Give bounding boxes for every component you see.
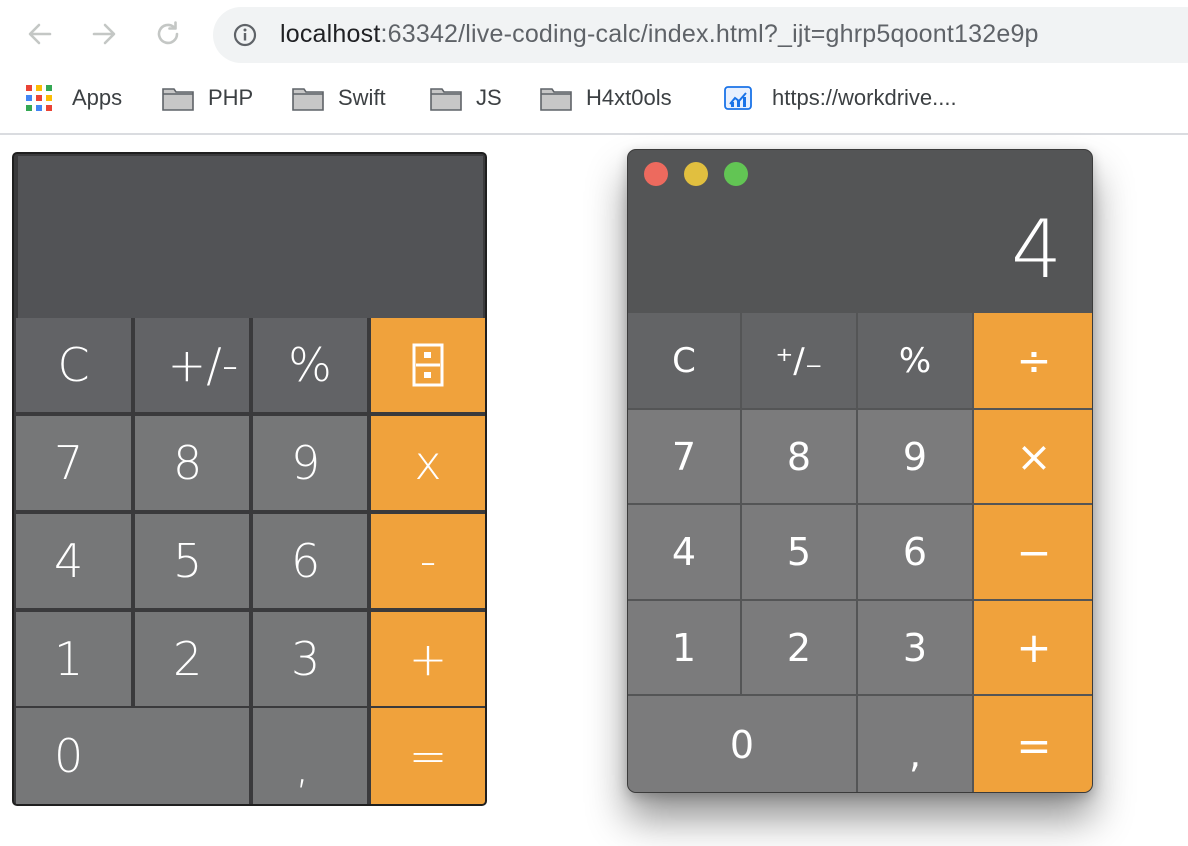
- bookmark-h4xt0ols[interactable]: H4xt0ols: [540, 82, 672, 114]
- right-minus-button[interactable]: −: [974, 505, 1092, 599]
- left-sign-button[interactable]: +/-: [135, 318, 249, 412]
- right-digit-6[interactable]: 6: [858, 505, 972, 599]
- left-digit-2[interactable]: 2: [135, 612, 249, 706]
- divide-box-icon: [412, 343, 444, 387]
- left-digit-8[interactable]: 8: [135, 416, 249, 510]
- bookmark-swift[interactable]: Swift: [292, 82, 386, 114]
- left-minus-button[interactable]: -: [371, 514, 485, 608]
- bookmark-workdrive[interactable]: https://workdrive....: [724, 82, 957, 114]
- close-window-button[interactable]: [644, 162, 668, 186]
- toolbar-divider: [0, 133, 1188, 135]
- bookmark-apps[interactable]: Apps: [26, 82, 122, 114]
- left-digit-1[interactable]: 1: [16, 612, 131, 706]
- url-text[interactable]: localhost:63342/live-coding-calc/index.h…: [280, 20, 1039, 49]
- right-multiply-button[interactable]: ×: [974, 410, 1092, 503]
- left-plus-button[interactable]: +: [371, 612, 485, 706]
- left-equals-button[interactable]: =: [371, 708, 485, 804]
- right-digit-1[interactable]: 1: [628, 601, 740, 694]
- forward-button[interactable]: [88, 18, 120, 50]
- arrow-right-icon: [92, 23, 116, 45]
- right-plus-button[interactable]: +: [974, 601, 1092, 694]
- right-equals-button[interactable]: =: [974, 696, 1092, 792]
- right-percent-button[interactable]: %: [858, 313, 972, 408]
- url-path: :63342/live-coding-calc/index.html?_ijt=…: [380, 20, 1039, 48]
- right-divide-button[interactable]: ÷: [974, 313, 1092, 408]
- apps-grid-icon: [26, 84, 52, 111]
- left-divide-button[interactable]: [371, 318, 485, 412]
- left-calculator: C +/- % 7 8 9 x 4 5 6 - 1 2 3 + 0 , =: [12, 152, 487, 806]
- left-comma-button[interactable]: ,: [253, 708, 367, 804]
- right-digit-3[interactable]: 3: [858, 601, 972, 694]
- left-digit-9[interactable]: 9: [253, 416, 367, 510]
- bookmark-label: Apps: [72, 85, 123, 110]
- reload-button[interactable]: [152, 18, 184, 50]
- left-digit-6[interactable]: 6: [253, 514, 367, 608]
- right-digit-0[interactable]: 0: [628, 696, 856, 792]
- browser-toolbar: localhost:63342/live-coding-calc/index.h…: [0, 0, 1188, 70]
- right-digit-2[interactable]: 2: [742, 601, 856, 694]
- right-digit-7[interactable]: 7: [628, 410, 740, 503]
- url-host: localhost: [280, 20, 381, 48]
- workdrive-icon: [724, 86, 752, 110]
- folder-icon: [162, 88, 194, 111]
- bookmarks-bar: Apps PHP Swift JS H4xt0ols https://workd…: [0, 76, 1188, 120]
- right-clear-button[interactable]: C: [628, 313, 740, 408]
- left-digit-7[interactable]: 7: [16, 416, 131, 510]
- left-digit-3[interactable]: 3: [253, 612, 367, 706]
- bookmark-label: Swift: [338, 85, 386, 110]
- left-clear-button[interactable]: C: [16, 318, 131, 412]
- left-digit-4[interactable]: 4: [16, 514, 131, 608]
- folder-icon: [292, 88, 324, 111]
- address-bar[interactable]: localhost:63342/live-coding-calc/index.h…: [213, 7, 1188, 63]
- bookmark-label: H4xt0ols: [586, 85, 672, 110]
- bookmark-label: PHP: [208, 85, 254, 110]
- back-button[interactable]: [24, 18, 56, 50]
- left-digit-5[interactable]: 5: [135, 514, 249, 608]
- left-multiply-button[interactable]: x: [371, 416, 485, 510]
- right-digit-5[interactable]: 5: [742, 505, 856, 599]
- folder-icon: [430, 88, 462, 111]
- right-comma-button[interactable]: ,: [858, 696, 972, 792]
- left-display: [18, 156, 483, 318]
- bookmark-label: https://workdrive....: [772, 85, 957, 110]
- zoom-window-button[interactable]: [724, 162, 748, 186]
- right-digit-9[interactable]: 9: [858, 410, 972, 503]
- right-calculator: 4 C ⁺∕₋ % ÷ 7 8 9 × 4 5 6 − 1 2 3 + 0 , …: [627, 149, 1093, 793]
- arrow-left-icon: [28, 23, 52, 45]
- info-icon[interactable]: [233, 23, 257, 47]
- right-sign-button[interactable]: ⁺∕₋: [742, 313, 856, 408]
- right-digit-8[interactable]: 8: [742, 410, 856, 503]
- minimize-window-button[interactable]: [684, 162, 708, 186]
- bookmark-label: JS: [476, 85, 502, 110]
- reload-icon: [157, 21, 179, 45]
- left-percent-button[interactable]: %: [253, 318, 367, 412]
- right-digit-4[interactable]: 4: [628, 505, 740, 599]
- folder-icon: [540, 88, 572, 111]
- right-display: 4: [1011, 203, 1062, 296]
- left-digit-0[interactable]: 0: [16, 708, 249, 804]
- bookmark-js[interactable]: JS: [430, 82, 502, 114]
- bookmark-php[interactable]: PHP: [162, 82, 253, 114]
